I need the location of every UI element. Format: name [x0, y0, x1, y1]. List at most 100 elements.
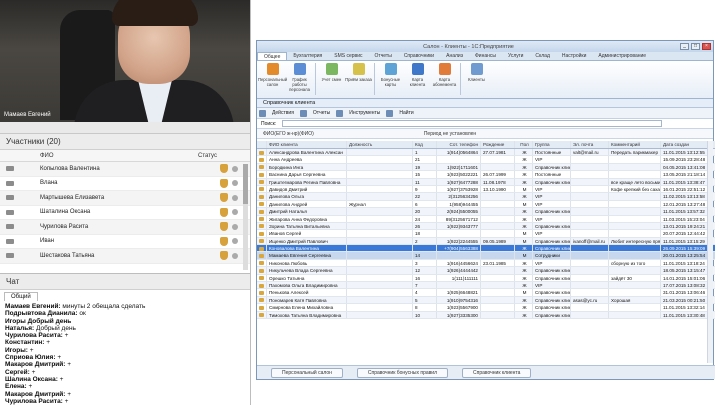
ribbon-tab[interactable]: Администрирование — [592, 52, 652, 60]
participant-row[interactable]: Копылова Валентина — [0, 162, 250, 177]
search-input[interactable] — [282, 120, 663, 127]
toolbar-icon[interactable] — [386, 109, 394, 117]
ribbon-button[interactable]: Учет смен — [318, 63, 345, 98]
ribbon-button[interactable]: Карта клиента — [404, 63, 431, 98]
table-row[interactable]: Бородкина Инга 19 1(922)1711601 Ж Справочник… — [257, 163, 715, 172]
ribbon-tab[interactable]: Склад — [529, 52, 555, 60]
column-header[interactable]: Пол — [515, 141, 533, 148]
table-row[interactable]: Гриштегмарова Регина Павловна 11 1(927)647… — [257, 178, 715, 186]
toolbar-button[interactable]: Отчеты — [309, 110, 334, 116]
column-header[interactable]: Группа — [533, 141, 571, 148]
participant-row[interactable]: Шестакова Татьяна — [0, 249, 250, 264]
participant-row[interactable]: Влана — [0, 177, 250, 191]
maximize-icon[interactable]: □ — [691, 43, 700, 50]
column-header[interactable]: Комментарий — [609, 141, 661, 148]
ribbon-tab[interactable]: Анализ — [440, 52, 469, 60]
table-row[interactable]: Жигарова Анна Федоровна 24 89(3125671712 Ж V… — [257, 215, 715, 223]
chat-text: + — [27, 346, 34, 354]
table-row[interactable]: Ищенко Дмитрий Павлович 2 1(922)2244555 09.… — [257, 237, 715, 246]
filter-fio[interactable]: ФИО(ЕГО ж-нр)(ФИО) — [263, 131, 314, 137]
table-row[interactable]: Васнина Дарья Сергеевна 15 1(923)5022221 26… — [257, 171, 715, 179]
participant-row[interactable]: Шаталина Оксана — [0, 206, 250, 220]
participant-row[interactable]: Чурилова Расита — [0, 220, 250, 235]
table-row[interactable]: Давидов Дмитрий 9 1(927)3753928 13.10.1990 М… — [257, 185, 715, 194]
table-cell: Никонова Любовь — [267, 259, 347, 267]
participant-row[interactable]: Иван — [0, 235, 250, 249]
chat-tab-general[interactable]: Общий — [4, 292, 38, 301]
table-row[interactable]: Орешко Татьяна 16 1(111)111111 Ж Справочник … — [257, 274, 715, 283]
table-cell: VIP — [533, 200, 571, 208]
table-cell: Ж — [515, 267, 533, 274]
ribbon-button[interactable]: Бонусные карты — [377, 63, 404, 98]
column-header[interactable]: Код — [413, 141, 437, 148]
toolbar-button[interactable]: Инструменты — [345, 110, 384, 116]
table-row[interactable]: Смирнова Елена Михайловна 8 1(923)5567900 Ж… — [257, 304, 715, 312]
toolbar-icon[interactable] — [299, 109, 307, 117]
table-row[interactable]: Данилова Андрей Журнал 6 1(958)944455 М VIP 12… — [257, 200, 715, 209]
column-header[interactable] — [257, 141, 267, 148]
ribbon-tab[interactable]: Финансы — [469, 52, 502, 60]
table-row[interactable]: Дмитрий Наталья 20 2(924)5500055 Ж Справочни… — [257, 208, 715, 216]
ribbon-button[interactable]: Персональный салон — [258, 63, 287, 98]
ribbon-tab[interactable]: Общее — [257, 52, 288, 60]
participants-col-fio[interactable]: ФИО — [40, 150, 198, 161]
column-header[interactable]: Рождение — [481, 141, 515, 148]
participant-row[interactable]: Мартышева Елизавета — [0, 191, 250, 206]
table-cell: 24 — [413, 215, 437, 222]
camera-icon — [6, 180, 14, 186]
toolbar-icon[interactable] — [259, 109, 266, 117]
table-row[interactable]: Никонова Любовь 3 1(916)4456624 23.01.1985 Ж… — [257, 259, 715, 268]
ribbon-tab[interactable]: Отчеты — [369, 52, 398, 60]
column-header[interactable]: Должность — [347, 141, 413, 148]
table-row[interactable]: Анна Андреева 21 Ж VIP 15.09.2015 23:28:48 — [257, 156, 715, 164]
column-header[interactable]: Сот. телефон — [437, 141, 481, 148]
toolbar-button[interactable]: Найти — [395, 110, 417, 116]
participants-scrollbar[interactable] — [243, 164, 248, 270]
ribbon-tab[interactable]: Настройки — [556, 52, 593, 60]
table-row[interactable]: Александрова Валентина Алексан 1 1(914)056… — [257, 149, 715, 157]
table-cell: 12.01.2015 13:27:48 — [663, 201, 706, 207]
toolbar-icon[interactable] — [336, 109, 344, 117]
window-tab[interactable]: Справочник клиента — [462, 367, 532, 378]
table-cell — [571, 163, 609, 171]
ribbon-tab[interactable]: Справочники — [398, 52, 440, 60]
window-tab[interactable]: Справочник бонусных правил — [356, 367, 449, 378]
table-row[interactable]: Мамаева Евгения Сергеевна 14 М Сотрудники 20… — [257, 252, 715, 260]
table-row[interactable]: Пахомова Ольга Владимировна 7 Ж VIP 17.07.20… — [257, 282, 715, 290]
column-header[interactable]: ФИО клиента — [267, 141, 347, 148]
chat-message: Сергей: + — [5, 369, 245, 376]
table-row[interactable]: Тимохова Татьяна Владимировна 10 1(927)333… — [257, 311, 715, 319]
ribbon-button[interactable]: Карта абонемента — [431, 63, 458, 98]
participants-col-status[interactable]: Статус — [198, 150, 217, 161]
table-row[interactable]: Пенькова Алексей 4 1(925)6648821 М Справочни… — [257, 289, 715, 297]
table-cell: М — [515, 237, 533, 245]
table-scrollbar[interactable] — [707, 141, 713, 363]
ribbon-tab[interactable]: Услуги — [502, 52, 529, 60]
table-cell — [571, 215, 609, 222]
ribbon-tab[interactable]: SMS сервис — [328, 52, 368, 60]
table-row[interactable]: Зорина Татьяна Витальевна 26 1(922)9343777… — [257, 222, 715, 231]
window-tab[interactable]: Персональный салон — [271, 367, 343, 378]
column-header[interactable]: Эл. почта — [571, 141, 609, 148]
ribbon-button[interactable]: Приём заказа — [345, 63, 372, 98]
table-row[interactable]: Иванов Сергей 18 М VIP 20.07.2015 12:44:42 — [257, 230, 715, 238]
close-icon[interactable]: × — [702, 43, 711, 50]
table-row[interactable]: Данилова Ольга 22 2(3125634256 Ж VIP 11.02.20… — [257, 193, 715, 201]
column-header[interactable]: Дата создан — [661, 141, 709, 148]
minimize-icon[interactable]: _ — [680, 43, 689, 50]
table-row[interactable]: Коновалова Валентина +7(904)5563388 Ж Справ… — [257, 245, 715, 253]
ribbon-tab[interactable]: Бухгалтерия — [287, 52, 328, 60]
table-row[interactable]: Никульчева Влада Сергеевна 12 1(926)444444… — [257, 267, 715, 275]
ribbon-button[interactable]: График работы персонала — [286, 63, 313, 98]
table-cell — [571, 311, 609, 318]
toolbar-button[interactable]: Действия — [268, 110, 298, 116]
table-cell: Ж — [515, 245, 533, 252]
chat-text: + — [57, 375, 64, 383]
client-icon — [259, 246, 264, 251]
chat-author: Макаров Дмитрий: — [5, 361, 66, 369]
table-cell: 17.07.2015 13:08:32 — [663, 283, 706, 289]
table-row[interactable]: Пономарев Катя Павловна 5 1(910)9754316 Ж Сп… — [257, 296, 715, 305]
ribbon-button[interactable]: Клиенты — [463, 63, 490, 98]
filter-period[interactable]: Период не установлен — [424, 131, 476, 137]
client-icon — [259, 253, 264, 258]
